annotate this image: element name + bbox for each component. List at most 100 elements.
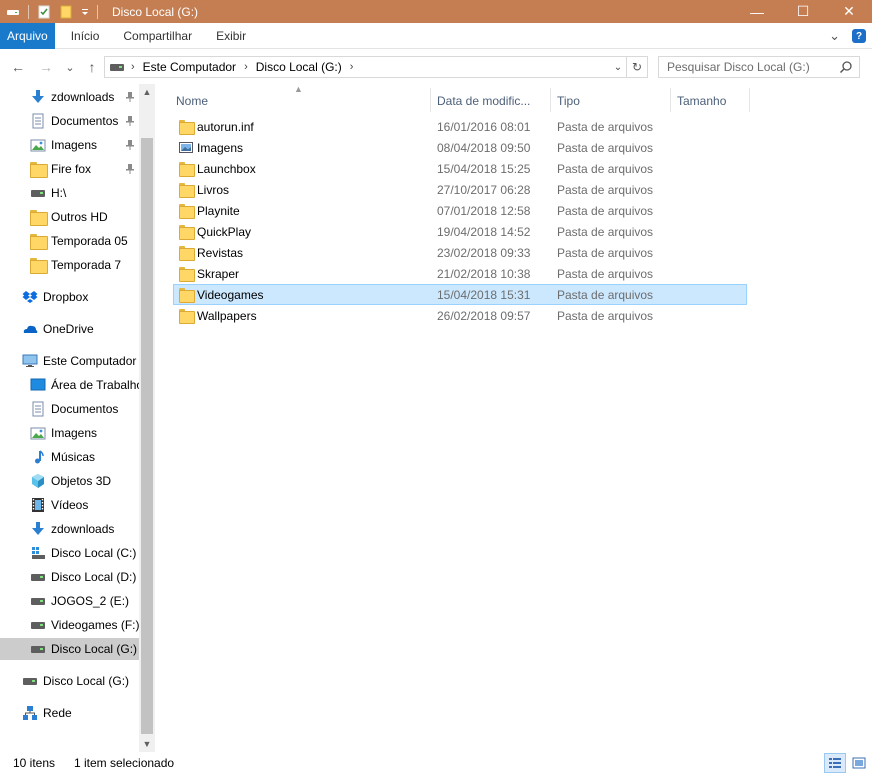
file-row[interactable]: Videogames 15/04/2018 15:31 Pasta de arqui…	[173, 284, 747, 305]
scroll-down-icon[interactable]: ▼	[139, 736, 155, 752]
sidebar-item-m-sicas[interactable]: Músicas	[0, 446, 139, 468]
search-icon[interactable]	[839, 60, 853, 74]
window-controls: — ☐ ✕	[734, 0, 872, 23]
sidebar-scrollbar[interactable]: ▲ ▼	[139, 84, 155, 752]
sidebar-item-label: Disco Local (G:)	[43, 674, 130, 688]
sidebar-item-disco-local-c[interactable]: Disco Local (C:)	[0, 542, 139, 564]
properties-check-icon[interactable]	[37, 5, 51, 19]
sidebar-item-temporada-7[interactable]: Temporada 7	[0, 254, 139, 276]
file-row[interactable]: QuickPlay 19/04/2018 14:52 Pasta de arquiv…	[173, 221, 747, 242]
breadcrumb-separator[interactable]: ›	[238, 61, 254, 73]
address-dropdown-icon[interactable]: ⌄	[611, 59, 625, 75]
new-folder-icon[interactable]	[59, 5, 73, 19]
breadcrumb-este-computador[interactable]: Este Computador	[141, 60, 238, 74]
sidebar-item-label: Este Computador	[43, 354, 137, 368]
address-bar[interactable]: › Este Computador › Disco Local (G:) › ⌄…	[104, 56, 648, 78]
maximize-button[interactable]: ☐	[780, 0, 826, 23]
sidebar-item-outros-hd[interactable]: Outros HD	[0, 206, 139, 228]
folder-icon	[179, 288, 195, 303]
back-button[interactable]: ←	[10, 58, 26, 76]
pin-icon[interactable]	[125, 115, 135, 127]
column-header-type[interactable]: Tipo	[551, 89, 670, 113]
file-date: 27/10/2017 06:28	[437, 182, 531, 197]
file-date: 26/02/2018 09:57	[437, 308, 531, 323]
pin-icon[interactable]	[125, 139, 135, 151]
tab-compartilhar[interactable]: Compartilhar	[111, 23, 204, 49]
details-view-button[interactable]	[824, 753, 846, 773]
dropbox-icon	[22, 289, 38, 305]
item-count: 10 itens	[13, 756, 56, 770]
close-button[interactable]: ✕	[826, 0, 872, 23]
sidebar-item-v-deos[interactable]: Vídeos	[0, 494, 139, 516]
sidebar-item-dropbox[interactable]: Dropbox	[0, 286, 139, 308]
sidebar-item-este-computador[interactable]: Este Computador	[0, 350, 139, 372]
pin-icon[interactable]	[125, 163, 135, 175]
sidebar-item-videogames-f[interactable]: Videogames (F:)	[0, 614, 139, 636]
sidebar-item-label: Disco Local (C:)	[51, 546, 137, 560]
file-row[interactable]: autorun.inf 16/01/2016 08:01 Pasta de arqu…	[173, 116, 747, 137]
sidebar-item-documentos[interactable]: Documentos	[0, 398, 139, 420]
sidebar-item-label: OneDrive	[43, 322, 94, 336]
refresh-icon[interactable]: ↻	[626, 57, 647, 77]
large-icons-view-icon	[852, 757, 866, 769]
large-icons-view-button[interactable]	[848, 753, 870, 773]
minimize-button[interactable]: —	[734, 0, 780, 23]
sidebar-item-disco-local-g[interactable]: Disco Local (G:)	[0, 670, 139, 692]
sidebar-item-label: Rede	[43, 706, 72, 720]
forward-button[interactable]: →	[38, 58, 54, 76]
customize-toolbar-icon[interactable]	[81, 5, 89, 19]
file-type: Pasta de arquivos	[557, 119, 654, 134]
sidebar-item-disco-local-d[interactable]: Disco Local (D:)	[0, 566, 139, 588]
download-arrow-icon	[30, 521, 46, 537]
tab-exibir[interactable]: Exibir	[204, 23, 258, 49]
file-name: Imagens	[197, 140, 244, 155]
sidebar-item-imagens[interactable]: Imagens	[0, 422, 139, 444]
sidebar-item-h[interactable]: H:\	[0, 182, 139, 204]
up-button[interactable]: ↑	[84, 58, 100, 76]
column-separator[interactable]	[749, 88, 750, 112]
file-row[interactable]: Revistas 23/02/2018 09:33 Pasta de arquivo…	[173, 242, 747, 263]
sidebar-item-label: Músicas	[51, 450, 96, 464]
breadcrumb-disco-local-g[interactable]: Disco Local (G:)	[254, 60, 344, 74]
cube-3d-icon	[30, 473, 46, 489]
sidebar-item-imagens[interactable]: Imagens	[0, 134, 139, 156]
folder-icon	[30, 209, 48, 226]
file-type: Pasta de arquivos	[557, 161, 654, 176]
scroll-up-icon[interactable]: ▲	[139, 84, 155, 100]
file-row[interactable]: Livros 27/10/2017 06:28 Pasta de arquivos	[173, 179, 747, 200]
sidebar-item-onedrive[interactable]: OneDrive	[0, 318, 139, 340]
download-arrow-icon	[30, 89, 46, 105]
sidebar-item-jogos-2-e[interactable]: JOGOS_2 (E:)	[0, 590, 139, 612]
recent-locations-button[interactable]: ⌄	[62, 58, 78, 76]
help-icon[interactable]: ?	[852, 29, 866, 43]
pin-icon[interactable]	[125, 91, 135, 103]
tab-arquivo[interactable]: Arquivo	[0, 22, 55, 49]
sidebar-item-label: Documentos	[51, 402, 119, 416]
scrollbar-thumb[interactable]	[141, 138, 153, 734]
sidebar-item-objetos-3d[interactable]: Objetos 3D	[0, 470, 139, 492]
folder-icon	[179, 162, 195, 177]
drive-small-icon[interactable]	[6, 5, 20, 19]
navigation-pane: zdownloads Documentos Imagens Fire fox H:\ Ou…	[0, 84, 155, 752]
folder-icon	[179, 120, 195, 135]
expand-ribbon-icon[interactable]: ⌄	[829, 28, 840, 44]
sidebar-item-fire-fox[interactable]: Fire fox	[0, 158, 139, 180]
sidebar-item-temporada-05[interactable]: Temporada 05	[0, 230, 139, 252]
sidebar-item-zdownloads[interactable]: zdownloads	[0, 86, 139, 108]
file-row[interactable]: Launchbox 15/04/2018 15:25 Pasta de arquiv…	[173, 158, 747, 179]
file-row[interactable]: Imagens 08/04/2018 09:50 Pasta de arquivos	[173, 137, 747, 158]
sidebar-item-rede[interactable]: Rede	[0, 702, 139, 724]
sidebar-item-disco-local-g[interactable]: Disco Local (G:)	[0, 638, 139, 660]
breadcrumb-separator[interactable]: ›	[344, 61, 360, 73]
tab-inicio[interactable]: Início	[59, 23, 112, 49]
file-row[interactable]: Playnite 07/01/2018 12:58 Pasta de arquivo…	[173, 200, 747, 221]
sidebar-item-documentos[interactable]: Documentos	[0, 110, 139, 132]
sidebar-item-zdownloads[interactable]: zdownloads	[0, 518, 139, 540]
sidebar-item-rea-de-trabalho[interactable]: Área de Trabalho	[0, 374, 139, 396]
file-row[interactable]: Skraper 21/02/2018 10:38 Pasta de arquivos	[173, 263, 747, 284]
column-header-name[interactable]: Nome	[170, 89, 430, 113]
file-row[interactable]: Wallpapers 26/02/2018 09:57 Pasta de arqui…	[173, 305, 747, 326]
column-header-size[interactable]: Tamanho	[671, 89, 749, 113]
search-input[interactable]	[659, 60, 835, 74]
column-header-date[interactable]: Data de modific...	[431, 89, 551, 113]
